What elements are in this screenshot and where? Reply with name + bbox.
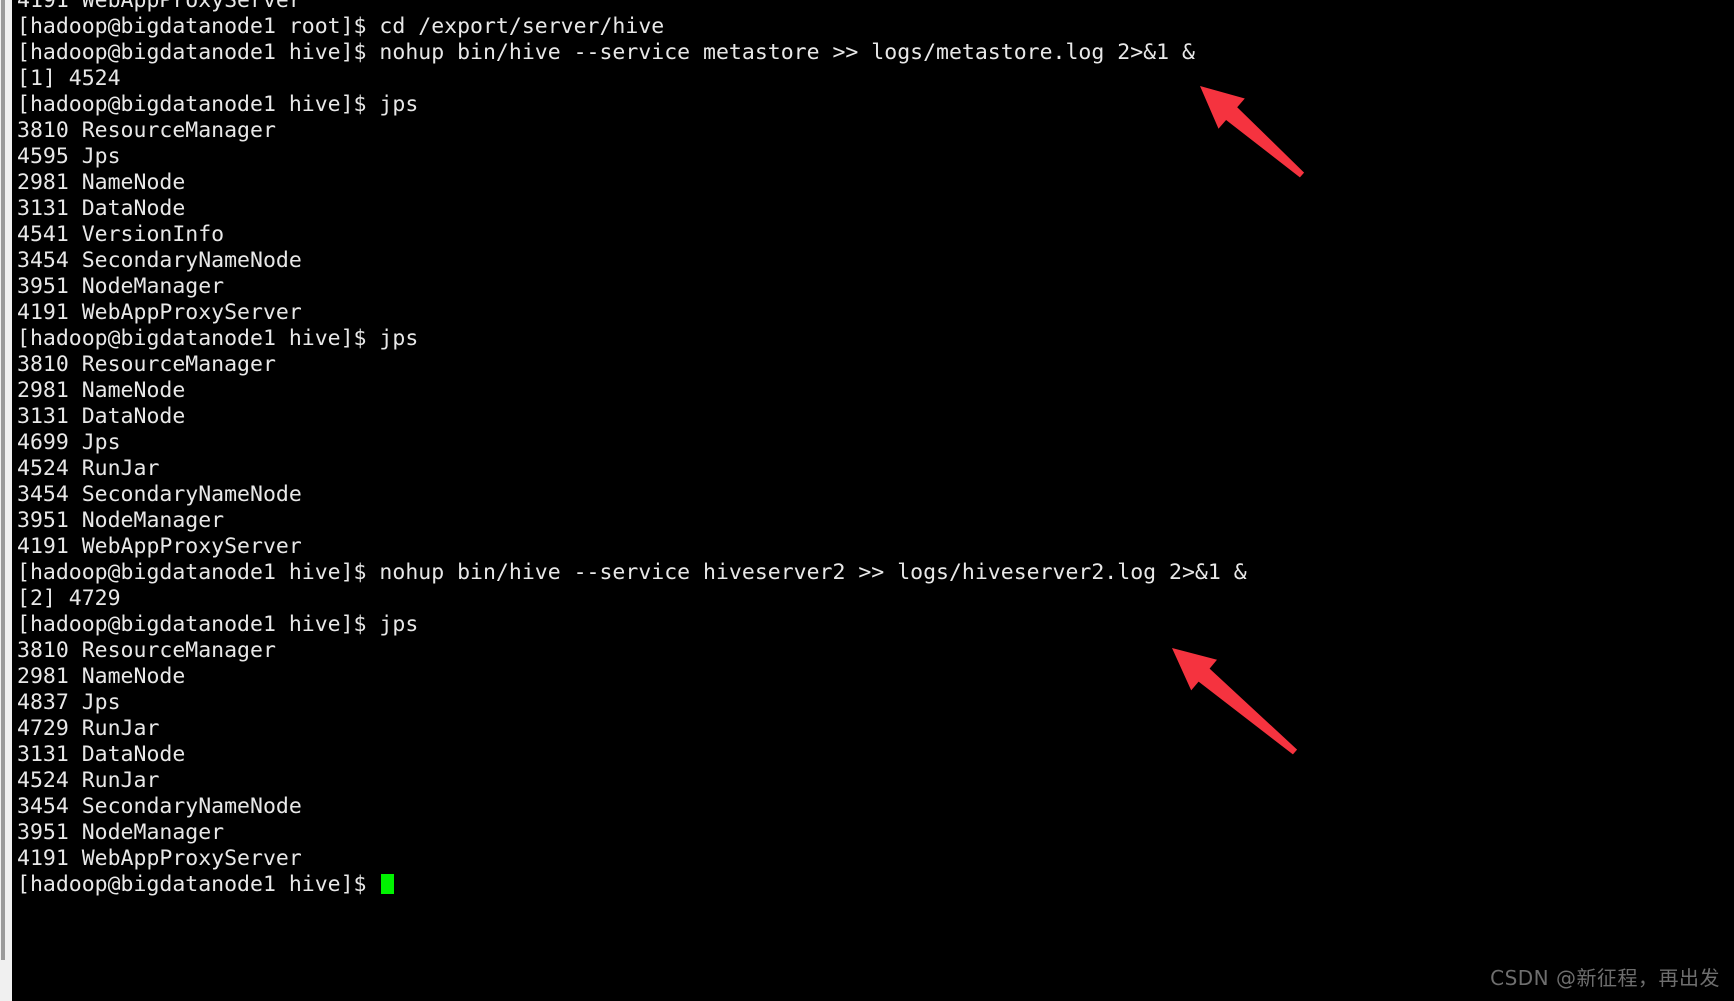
- terminal-line: [2] 4729: [17, 586, 121, 611]
- terminal-line: [hadoop@bigdatanode1 hive]$ nohup bin/hi…: [17, 560, 1247, 585]
- terminal-line: 3951 NodeManager: [17, 820, 225, 845]
- text-cursor: [381, 874, 395, 894]
- terminal-line-list: 4191 WebAppProxyServer [hadoop@bigdatanod…: [17, 0, 1247, 898]
- terminal-line: 4524 RunJar: [17, 456, 160, 481]
- vertical-scrollbar[interactable]: [0, 0, 12, 1001]
- terminal-line: [1] 4524: [17, 66, 121, 91]
- terminal-line: 2981 NameNode: [17, 170, 186, 195]
- terminal-line: 4699 Jps: [17, 430, 121, 455]
- terminal-line: 4191 WebAppProxyServer: [17, 300, 302, 325]
- prompt-text: [hadoop@bigdatanode1 hive]$: [17, 872, 380, 897]
- terminal-line: [hadoop@bigdatanode1 hive]$ jps: [17, 326, 419, 351]
- terminal-line: 3810 ResourceManager: [17, 638, 276, 663]
- terminal-line: [hadoop@bigdatanode1 root]$ cd /export/s…: [17, 14, 665, 39]
- terminal-line: 4837 Jps: [17, 690, 121, 715]
- terminal-line: 4191 WebAppProxyServer: [17, 846, 302, 871]
- terminal-output-area[interactable]: 4191 WebAppProxyServer [hadoop@bigdatanod…: [12, 0, 1734, 1001]
- terminal-line: 3131 DataNode: [17, 196, 186, 221]
- terminal-line: 3951 NodeManager: [17, 508, 225, 533]
- terminal-window: 4191 WebAppProxyServer [hadoop@bigdatanod…: [0, 0, 1734, 1001]
- terminal-line: [hadoop@bigdatanode1 hive]$ jps: [17, 612, 419, 637]
- terminal-line: 3454 SecondaryNameNode: [17, 248, 302, 273]
- terminal-line: 4541 VersionInfo: [17, 222, 225, 247]
- terminal-line: 4524 RunJar: [17, 768, 160, 793]
- terminal-line: 4191 WebAppProxyServer: [17, 534, 302, 559]
- terminal-line: 3454 SecondaryNameNode: [17, 482, 302, 507]
- terminal-line: 2981 NameNode: [17, 378, 186, 403]
- terminal-line: 3454 SecondaryNameNode: [17, 794, 302, 819]
- terminal-line: 4191 WebAppProxyServer: [17, 0, 302, 13]
- terminal-line: 3951 NodeManager: [17, 274, 225, 299]
- csdn-watermark: CSDN @新征程，再出发: [1490, 966, 1720, 990]
- terminal-line: 3131 DataNode: [17, 742, 186, 767]
- scrollbar-thumb[interactable]: [1, 0, 5, 960]
- terminal-line: [hadoop@bigdatanode1 hive]$ nohup bin/hi…: [17, 40, 1195, 65]
- terminal-line: 3810 ResourceManager: [17, 352, 276, 377]
- terminal-line: 3810 ResourceManager: [17, 118, 276, 143]
- terminal-line: 4729 RunJar: [17, 716, 160, 741]
- terminal-line: 3131 DataNode: [17, 404, 186, 429]
- terminal-prompt-line[interactable]: [hadoop@bigdatanode1 hive]$: [17, 872, 1247, 898]
- terminal-line: [hadoop@bigdatanode1 hive]$ jps: [17, 92, 419, 117]
- terminal-line: 2981 NameNode: [17, 664, 186, 689]
- terminal-line: 4595 Jps: [17, 144, 121, 169]
